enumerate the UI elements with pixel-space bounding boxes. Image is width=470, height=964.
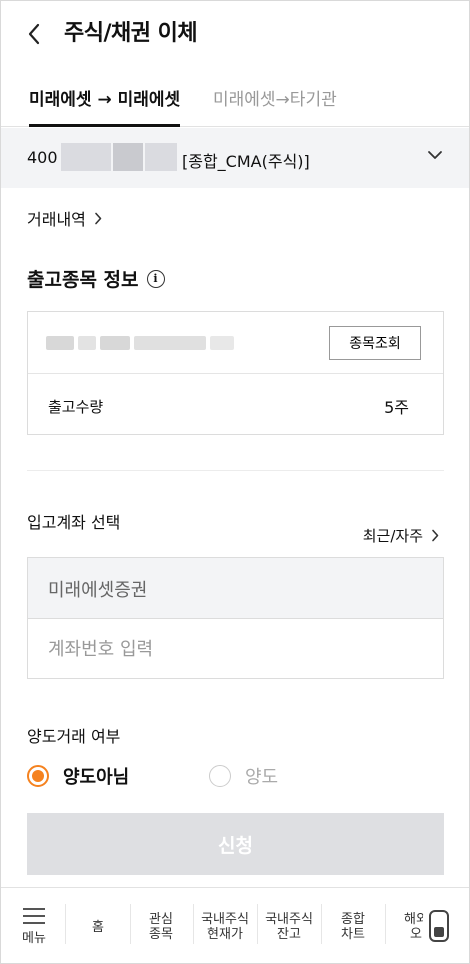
chevron-left-icon	[28, 23, 40, 45]
quantity-value[interactable]: 5주	[384, 394, 409, 418]
recent-link-label: 최근/자주	[362, 527, 423, 545]
outgoing-title: 출고종목 정보	[27, 269, 139, 291]
menu-icon	[22, 908, 45, 924]
page-title: 주식/채권 이체	[64, 21, 198, 46]
stock-name-mask	[210, 336, 234, 350]
transfer-tabs: 미래에셋 → 미래에셋 미래에셋→타기관	[1, 75, 469, 127]
radio-selected-icon	[27, 765, 49, 787]
nav-home[interactable]: 홈	[67, 888, 129, 963]
section-divider	[27, 470, 444, 471]
tab-internal[interactable]: 미래에셋 → 미래에셋	[29, 85, 181, 127]
account-number-input[interactable]	[28, 619, 443, 679]
nav-domestic-balance[interactable]: 국내주식 잔고	[258, 888, 320, 963]
chevron-right-icon	[432, 529, 439, 542]
account-number-mask	[61, 143, 111, 171]
submit-button[interactable]: 신청	[27, 813, 444, 875]
stock-name-mask	[100, 336, 130, 350]
bottom-nav: 메뉴 홈 관심 종목 국내주식 현재가 국내주식 잔고 종합 차트 해외 오	[1, 887, 469, 963]
info-icon[interactable]: i	[146, 269, 165, 288]
nav-divider	[385, 904, 386, 944]
radio-label: 양도아님	[63, 767, 130, 788]
back-button[interactable]	[19, 19, 49, 49]
account-type: [종합_CMA(주식)]	[182, 152, 310, 171]
tab-external[interactable]: 미래에셋→타기관	[213, 85, 337, 127]
radio-unselected-icon	[209, 765, 231, 787]
outgoing-stock-box: 종목조회 출고수량 5주	[27, 311, 444, 435]
account-selector[interactable]: 400 [종합_CMA(주식)]	[1, 128, 469, 188]
scroll-top-icon[interactable]	[429, 910, 449, 942]
stock-name-mask	[46, 336, 74, 350]
incoming-account-inputs: 미래에셋증권	[27, 557, 444, 679]
radio-label: 양도	[245, 767, 279, 788]
nav-menu-label: 메뉴	[22, 931, 46, 946]
account-number: 400	[27, 148, 58, 167]
radio-transfer[interactable]: 양도	[209, 763, 278, 789]
incoming-title: 입고계좌 선택	[27, 513, 121, 532]
institution-value: 미래에셋증권	[48, 580, 148, 601]
nav-domestic-price[interactable]: 국내주식 현재가	[194, 888, 256, 963]
stock-name-mask	[78, 336, 96, 350]
account-number-mask	[113, 143, 143, 171]
outgoing-section-title: 출고종목 정보 i	[27, 265, 165, 292]
nav-watchlist[interactable]: 관심 종목	[131, 888, 191, 963]
chevron-right-icon	[95, 212, 102, 224]
stock-name-mask	[134, 336, 206, 350]
stock-row: 종목조회	[28, 312, 443, 374]
nav-menu[interactable]: 메뉴	[9, 888, 59, 963]
header: 주식/채권 이체	[1, 1, 469, 67]
institution-field[interactable]: 미래에셋증권	[28, 558, 443, 619]
history-link-label: 거래내역	[27, 210, 86, 229]
chevron-down-icon[interactable]	[427, 150, 443, 160]
transfer-type-label: 양도거래 여부	[27, 727, 121, 746]
nav-divider	[65, 904, 66, 944]
hamburger: 메뉴	[22, 908, 46, 946]
account-number-mask	[145, 143, 177, 171]
quantity-label: 출고수량	[48, 398, 104, 416]
history-link[interactable]: 거래내역	[27, 206, 102, 230]
stock-lookup-button[interactable]: 종목조회	[329, 326, 421, 360]
recent-accounts-link[interactable]: 최근/자주	[363, 525, 439, 546]
nav-chart[interactable]: 종합 차트	[322, 888, 384, 963]
app-frame: 주식/채권 이체 미래에셋 → 미래에셋 미래에셋→타기관 400 [종합_CM…	[0, 0, 470, 964]
radio-not-transfer[interactable]: 양도아님	[27, 763, 129, 789]
account-number-field-wrap	[28, 619, 443, 679]
